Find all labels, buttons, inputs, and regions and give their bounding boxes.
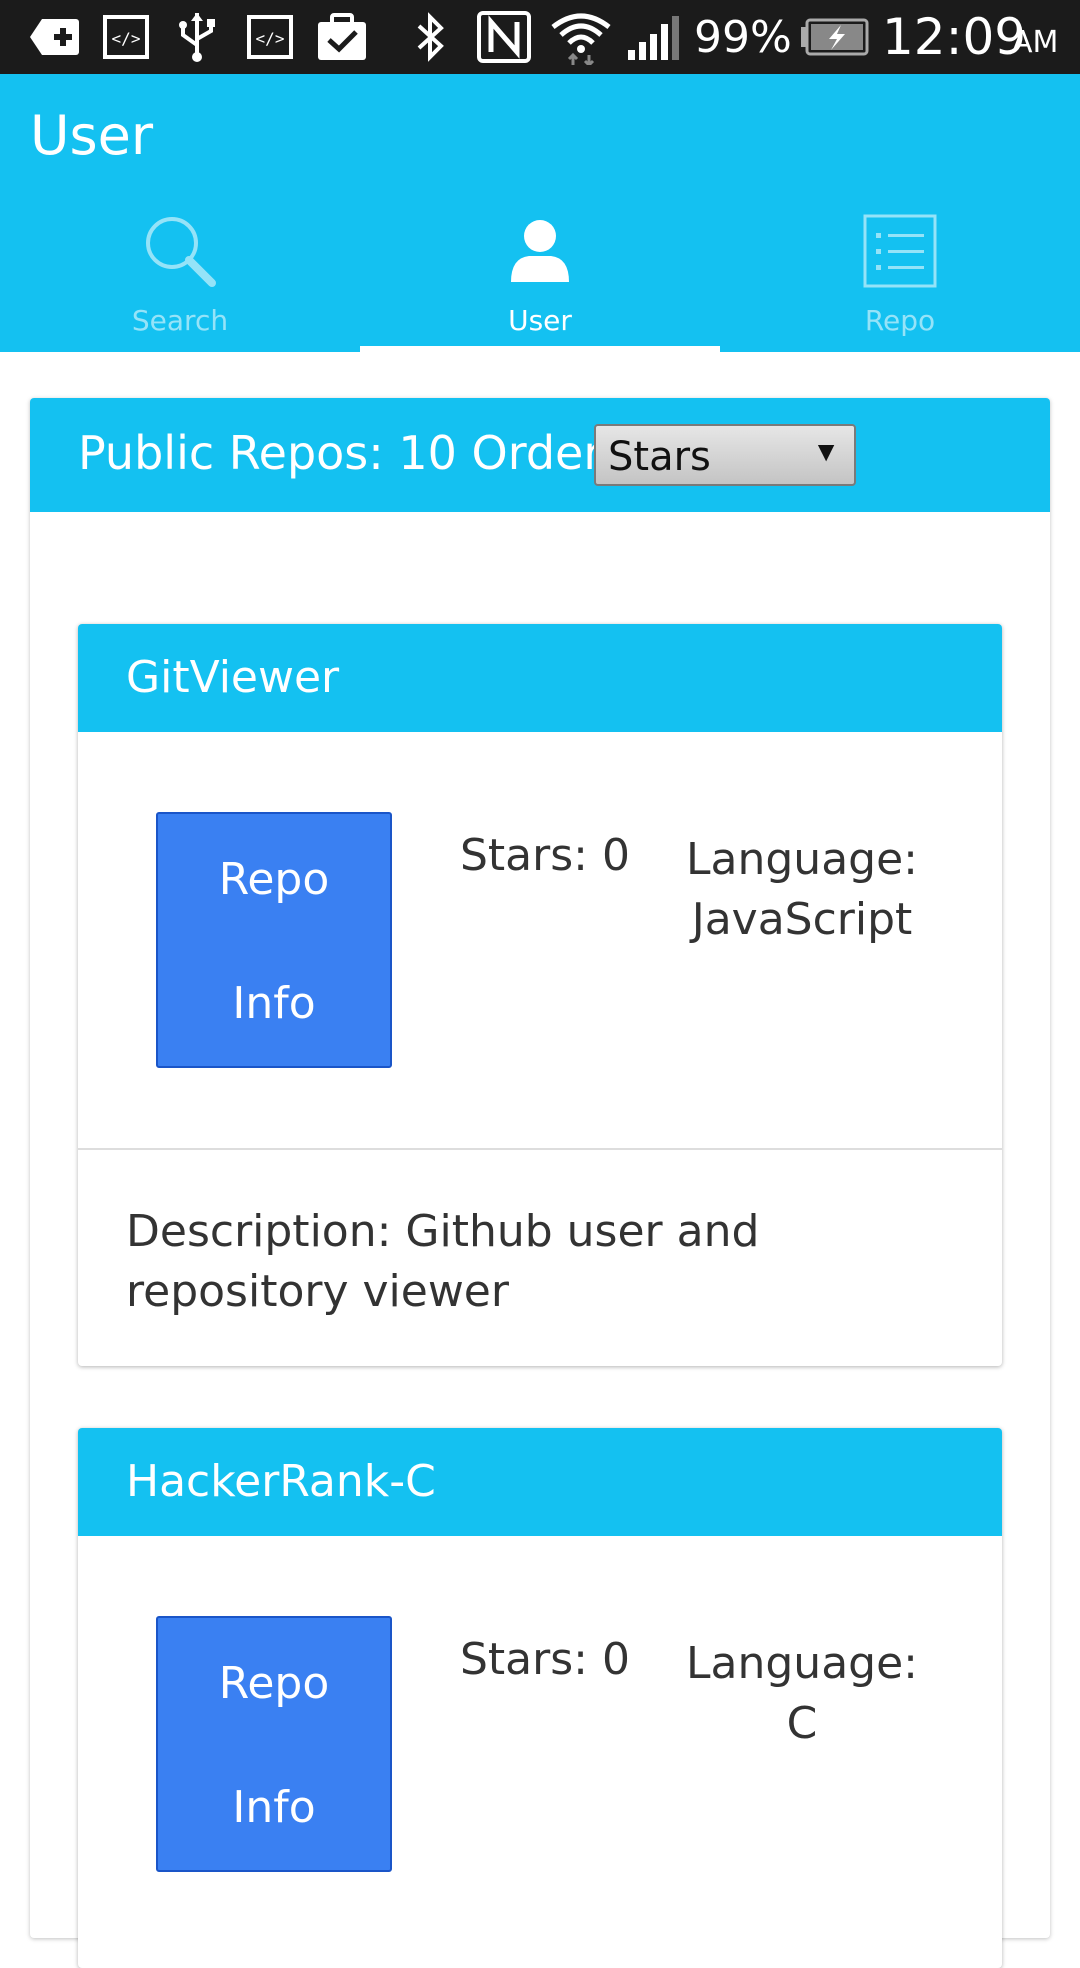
repo-description: Description: Github user and repository …	[126, 1206, 760, 1317]
repo-card: GitViewer Repo Info Stars: 0 Language: J…	[78, 624, 1002, 1366]
search-icon	[0, 206, 360, 296]
public-repos-label: Public Repos: 10 Order:	[78, 426, 617, 480]
tab-user[interactable]: User	[360, 206, 720, 352]
repo-language-value: C	[786, 1698, 818, 1749]
repo-language-value: JavaScript	[691, 894, 913, 945]
usb-icon	[172, 12, 222, 62]
tab-search[interactable]: Search	[0, 206, 360, 352]
list-icon	[720, 206, 1080, 296]
repos-header: Public Repos: 10 Order: Stars ▼	[30, 398, 1050, 512]
active-tab-indicator	[360, 346, 720, 352]
repo-stars: Stars: 0	[460, 830, 630, 881]
status-bar: </> </> 99% 12:09 AM	[0, 0, 1080, 74]
repo-info-button[interactable]: Repo Info	[156, 1616, 392, 1872]
page-title: User	[30, 104, 154, 167]
svg-text:</>: </>	[256, 29, 285, 48]
signal-icon	[624, 12, 684, 62]
order-select[interactable]: Stars ▼	[594, 424, 856, 486]
clock-time: 12:09	[882, 8, 1027, 66]
repo-language-label: Language:	[686, 1638, 918, 1689]
repo-info-button-line2: Info	[232, 1782, 316, 1833]
repo-name: GitViewer	[126, 652, 340, 703]
repo-name: HackerRank-C	[126, 1456, 436, 1507]
tab-search-label: Search	[131, 304, 229, 337]
app-bar: User Search User Repo	[0, 74, 1080, 352]
order-select-value: Stars	[608, 434, 711, 480]
battery-percent: 99%	[694, 11, 792, 63]
repo-language: Language: JavaScript	[684, 830, 920, 950]
repo-info-button-line1: Repo	[218, 1658, 330, 1709]
battery-charging-icon	[798, 12, 870, 62]
code-icon: </>	[100, 12, 152, 62]
repo-info-button[interactable]: Repo Info	[156, 812, 392, 1068]
clock-ampm: AM	[1012, 24, 1059, 60]
repo-info-button-line2: Info	[232, 978, 316, 1029]
tab-user-label: User	[508, 304, 572, 337]
clipboard-check-icon	[312, 12, 372, 62]
user-icon	[360, 206, 720, 296]
code-icon: </>	[244, 12, 296, 62]
dropdown-arrow-icon: ▼	[812, 436, 840, 467]
repo-info-button-line1: Repo	[218, 854, 330, 905]
wifi-icon	[548, 12, 614, 65]
repo-card: HackerRank-C Repo Info Stars: 0 Language…	[78, 1428, 1002, 1968]
repo-divider	[78, 1148, 1002, 1150]
tab-repo-label: Repo	[864, 304, 936, 337]
svg-text:</>: </>	[112, 29, 141, 48]
add-box-icon	[26, 12, 82, 62]
repos-card: Public Repos: 10 Order: Stars ▼ GitViewe…	[30, 398, 1050, 1968]
nfc-icon	[474, 11, 534, 63]
repo-language: Language: C	[684, 1634, 920, 1754]
tab-repo[interactable]: Repo	[720, 206, 1080, 352]
repo-card-header: GitViewer	[78, 624, 1002, 732]
repo-language-label: Language:	[686, 834, 918, 885]
repo-stars: Stars: 0	[460, 1634, 630, 1685]
bluetooth-icon	[410, 12, 450, 62]
repo-card-header: HackerRank-C	[78, 1428, 1002, 1536]
